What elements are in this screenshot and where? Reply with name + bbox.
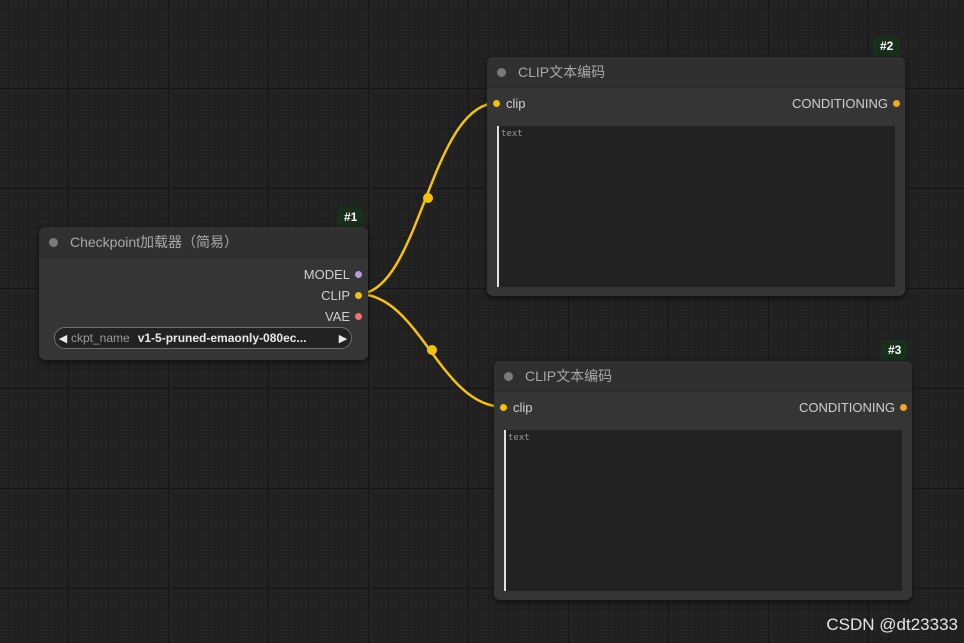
node-id-badge: #2	[873, 36, 901, 56]
widget-name: ckpt_name	[71, 331, 130, 345]
node-graph-canvas[interactable]: #1 Checkpoint加载器（简易） MODEL CLIP VAE ◀ ck…	[0, 0, 964, 643]
collapse-dot-icon[interactable]	[497, 67, 506, 77]
collapse-dot-icon[interactable]	[504, 371, 513, 381]
slot-connector-icon[interactable]	[900, 403, 907, 411]
slot-connector-icon[interactable]	[355, 312, 362, 320]
watermark: CSDN @dt23333	[826, 615, 958, 634]
collapse-dot-icon[interactable]	[49, 237, 58, 247]
slot-label: CONDITIONING	[798, 399, 895, 415]
slot-connector-icon[interactable]	[493, 99, 500, 107]
node-title-bar[interactable]: Checkpoint加载器（简易）	[39, 227, 368, 258]
checkpoint-loader-node[interactable]: Checkpoint加载器（简易） MODEL CLIP VAE ◀ ckpt_…	[39, 227, 368, 360]
slot-connector-icon[interactable]	[500, 403, 507, 411]
clip-text-encode-node[interactable]: CLIP文本编码 clip CONDITIONING text	[494, 361, 912, 600]
node-id-badge: #1	[337, 207, 365, 227]
slot-label: clip	[513, 399, 533, 415]
node-title-bar[interactable]: CLIP文本编码	[487, 57, 905, 88]
slot-connector-icon[interactable]	[893, 99, 900, 107]
slot-label: MODEL	[303, 266, 350, 282]
link-midpoint-node2[interactable]	[423, 193, 433, 203]
node-id-badge: #3	[881, 340, 909, 360]
input-slot-clip[interactable]: clip	[500, 399, 533, 415]
text-placeholder: text	[501, 129, 523, 139]
output-slot-conditioning[interactable]: CONDITIONING	[791, 95, 900, 111]
node-title: Checkpoint加载器（简易）	[70, 234, 239, 250]
slot-connector-icon[interactable]	[355, 291, 362, 299]
slot-label: VAE	[324, 308, 350, 324]
slot-connector-icon[interactable]	[355, 270, 362, 278]
widget-value: v1-5-pruned-emaonly-080ec...	[137, 331, 307, 345]
node-title-bar[interactable]: CLIP文本编码	[494, 361, 912, 392]
text-placeholder: text	[508, 433, 530, 443]
text-input-area[interactable]: text	[504, 430, 902, 591]
output-slot-vae[interactable]: VAE	[324, 308, 362, 324]
output-slot-model[interactable]: MODEL	[303, 266, 362, 282]
arrow-right-icon[interactable]: ▶	[335, 332, 351, 345]
input-slot-clip[interactable]: clip	[493, 95, 526, 111]
slot-label: CONDITIONING	[791, 95, 888, 111]
link-midpoint-node3[interactable]	[427, 345, 437, 355]
output-slot-conditioning[interactable]: CONDITIONING	[798, 399, 907, 415]
slot-label: clip	[506, 95, 526, 111]
node-title: CLIP文本编码	[518, 64, 606, 80]
ckpt-name-combo[interactable]: ◀ ckpt_name v1-5-pruned-emaonly-080ec...…	[54, 327, 352, 349]
clip-text-encode-node[interactable]: CLIP文本编码 clip CONDITIONING text	[487, 57, 905, 296]
slot-label: CLIP	[321, 287, 350, 303]
output-slot-clip[interactable]: CLIP	[321, 287, 362, 303]
arrow-left-icon[interactable]: ◀	[55, 332, 71, 345]
node-title: CLIP文本编码	[525, 368, 613, 384]
text-input-area[interactable]: text	[497, 126, 895, 287]
